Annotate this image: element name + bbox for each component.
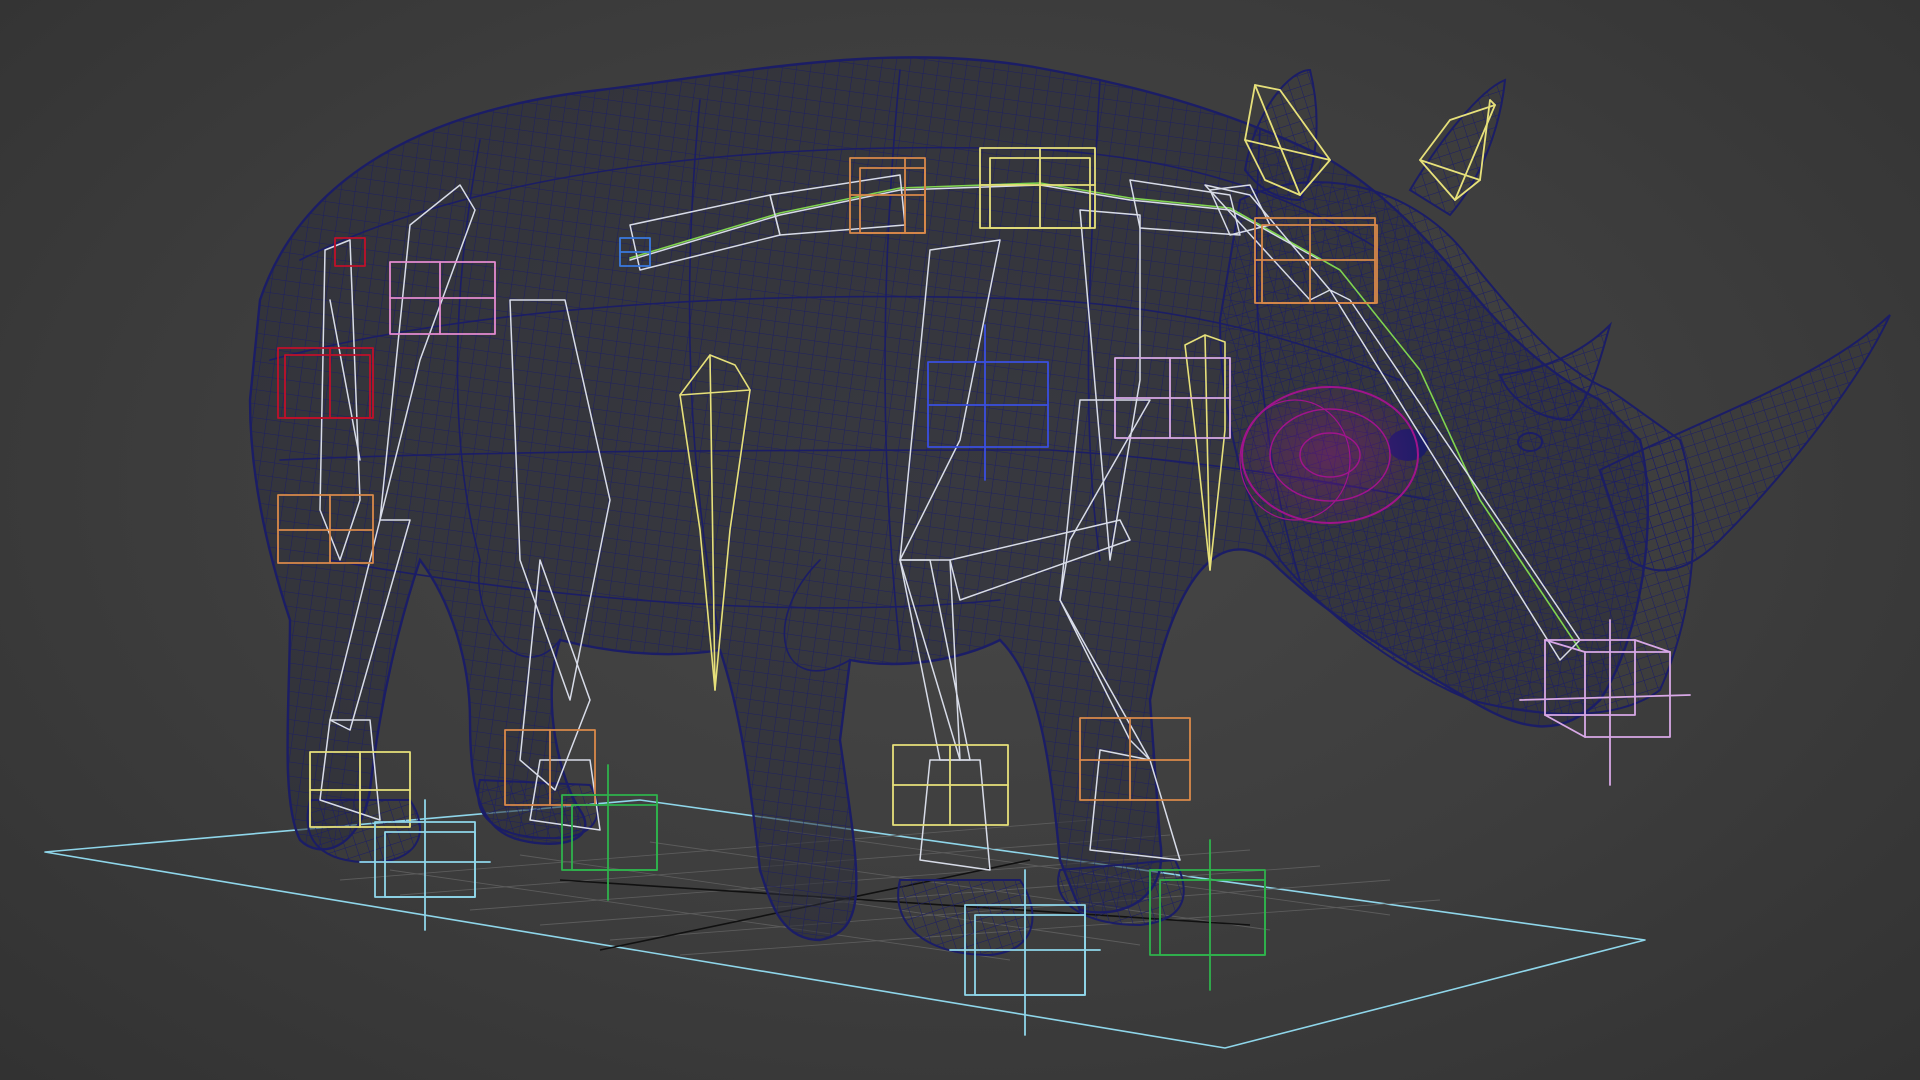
eye-rig-helper[interactable] [1239, 385, 1420, 525]
3d-viewport[interactable] [0, 0, 1920, 1080]
rig-scene[interactable] [0, 0, 1920, 1080]
front-leg-left-controller-yellow[interactable] [892, 744, 1009, 826]
left-ear-mesh [1243, 68, 1318, 202]
foot-rear-right-mesh [477, 778, 599, 840]
